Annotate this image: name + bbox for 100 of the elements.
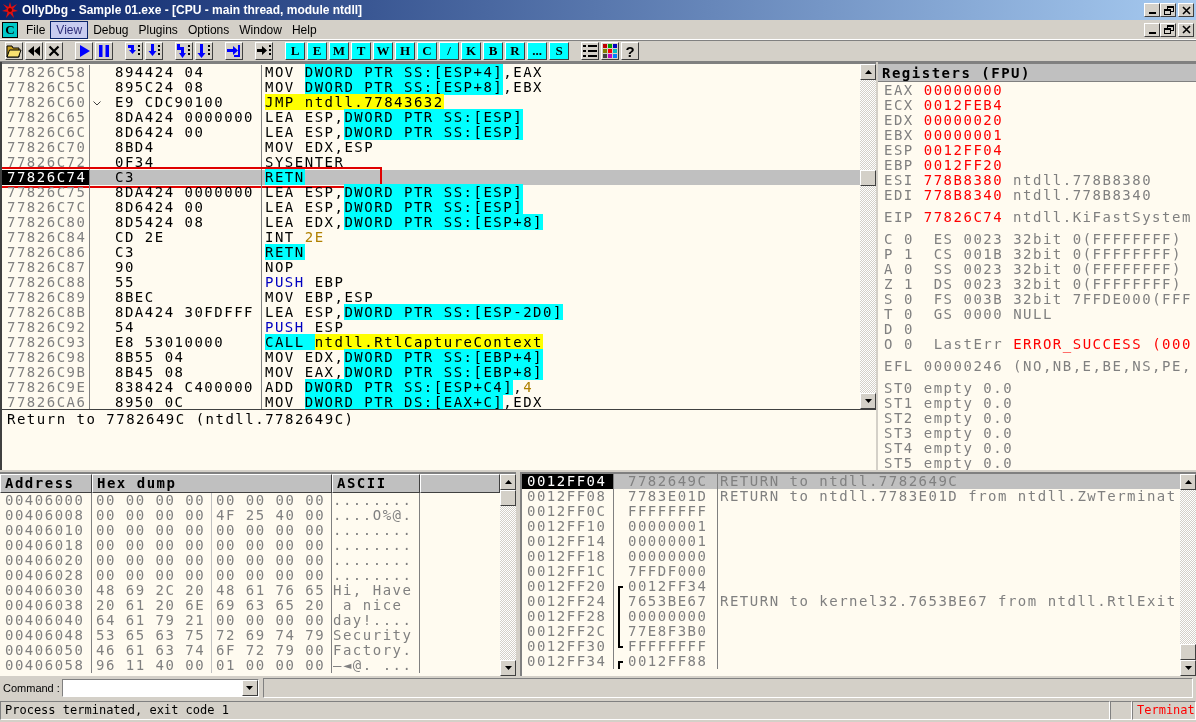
instruction-text: MOV DWORD PTR SS:[ESP+8],EBX: [264, 80, 543, 95]
address-cell: 77826C65: [2, 110, 90, 125]
stack-row[interactable]: 0012FF14 00000001: [522, 534, 1180, 549]
toolbar-button[interactable]: [195, 42, 213, 60]
toolbar-button[interactable]: E: [307, 42, 327, 60]
flag-value: 0: [903, 291, 914, 307]
stack-row[interactable]: 0012FF08 7783E01D RETURN to ntdll.7783E01D from ntdll.ZwTerminat: [522, 489, 1180, 504]
code-row[interactable]: 77826C84 CD 2E INT 2E: [2, 230, 860, 245]
menu-item[interactable]: Plugins: [133, 21, 183, 38]
code-row[interactable]: 77826C88 55 PUSH EBP: [2, 275, 860, 290]
toolbar-button[interactable]: [145, 42, 163, 60]
menu-item[interactable]: Window: [234, 21, 287, 38]
code-row[interactable]: 77826C6C 8D6424 00 LEA ESP,DWORD PTR SS:[ESP]: [2, 125, 860, 140]
close-button[interactable]: [1178, 22, 1194, 37]
toolbar-button[interactable]: M: [329, 42, 349, 60]
folder-icon: [6, 43, 22, 59]
stack-row[interactable]: 0012FF18 00000000: [522, 549, 1180, 564]
menu-item[interactable]: Help: [286, 21, 322, 38]
flag-name: A: [884, 261, 894, 277]
hex-bytes: 8B55 04: [115, 350, 186, 365]
scroll-up-button[interactable]: [500, 474, 516, 490]
code-row[interactable]: 77826C86 C3 RETN: [2, 245, 860, 260]
down-arrow-icon: [864, 399, 872, 403]
close-button[interactable]: [1178, 3, 1194, 17]
column-header[interactable]: Address: [0, 474, 92, 493]
scroll-thumb[interactable]: [1180, 644, 1196, 660]
stack-row[interactable]: 0012FF10 00000001: [522, 519, 1180, 534]
code-row[interactable]: 77826C92 54 PUSH ESP: [2, 320, 860, 335]
stack-row[interactable]: 0012FF24 7653BE67 RETURN to kernel32.7653BE67 from ntdll.RtlExit: [522, 594, 1180, 609]
scroll-thumb[interactable]: [500, 490, 516, 506]
arrow-dots-icon: [146, 43, 162, 59]
toolbar-button[interactable]: /: [439, 42, 459, 60]
stack-row[interactable]: 0012FF28 00000000: [522, 609, 1180, 624]
code-row[interactable]: 77826C60 E9 CDC90100 JMP ntdll.77843632: [2, 95, 860, 110]
stack-row[interactable]: 0012FF2C 77E8F3B0: [522, 624, 1180, 639]
stack-row[interactable]: 0012FF20 0012FF34: [522, 579, 1180, 594]
code-row[interactable]: 77826C8B 8DA424 30FDFFF LEA ESP,DWORD PTR SS:[ESP-2D0]: [2, 305, 860, 320]
stack-row[interactable]: 0012FF30 FFFFFFFF: [522, 639, 1180, 654]
scroll-up-button[interactable]: [860, 64, 876, 80]
code-row[interactable]: 77826C74 C3 RETN: [2, 170, 860, 185]
code-row[interactable]: 77826C80 8D5424 08 LEA EDX,DWORD PTR SS:[ESP+8]: [2, 215, 860, 230]
column-header[interactable]: Hex dump: [92, 474, 332, 493]
hex-bytes: 20 61 20 6E: [92, 598, 212, 613]
column-header[interactable]: ASCII: [332, 474, 420, 493]
toolbar-button[interactable]: [5, 42, 23, 60]
scroll-down-button[interactable]: [500, 660, 516, 676]
toolbar-button[interactable]: [125, 42, 143, 60]
address-cell: 00406048: [0, 628, 92, 643]
address-cell: 77826C5C: [2, 80, 90, 95]
register-name: ESP: [884, 142, 914, 158]
toolbar-button[interactable]: ...: [527, 42, 547, 60]
toolbar-button[interactable]: W: [373, 42, 393, 60]
toolbar-button[interactable]: S: [549, 42, 569, 60]
app-menu-button[interactable]: C: [2, 21, 18, 38]
minimize-button[interactable]: [1144, 3, 1160, 17]
toolbar-button[interactable]: B: [483, 42, 503, 60]
command-field[interactable]: [61, 679, 259, 697]
scroll-down-button[interactable]: [1180, 660, 1196, 676]
stack-row[interactable]: 0012FF1C 7FFDF000: [522, 564, 1180, 579]
stack-row[interactable]: 0012FF34 0012FF88: [522, 654, 1180, 669]
stack-row[interactable]: 0012FF0C FFFFFFFF: [522, 504, 1180, 519]
toolbar-button[interactable]: K: [461, 42, 481, 60]
scroll-down-button[interactable]: [860, 393, 876, 409]
color-grid-icon: [602, 43, 618, 59]
help-button[interactable]: ?: [621, 42, 639, 60]
up-arrow-icon: [1184, 480, 1192, 484]
register-name: ST0: [884, 380, 914, 396]
register-name: ST5: [884, 455, 914, 470]
code-row[interactable]: 77826C70 8BD4 MOV EDX,ESP: [2, 140, 860, 155]
code-row[interactable]: 77826C89 8BEC MOV EBP,ESP: [2, 290, 860, 305]
menu-item[interactable]: Debug: [88, 21, 134, 38]
register-name: ST3: [884, 425, 914, 441]
toolbar-button[interactable]: R: [505, 42, 525, 60]
toolbar-button[interactable]: [45, 42, 63, 60]
code-row[interactable]: 77826CA6 8950 0C MOV DWORD PTR DS:[EAX+C],EDX: [2, 395, 860, 409]
code-row[interactable]: 77826C87 90 NOP: [2, 260, 860, 275]
toolbar-button[interactable]: T: [351, 42, 371, 60]
restore-button[interactable]: [1160, 22, 1176, 37]
menu-item[interactable]: File: [21, 21, 51, 38]
scroll-thumb[interactable]: [860, 170, 876, 186]
toolbar-button[interactable]: [75, 42, 93, 60]
scroll-up-button[interactable]: [1180, 474, 1196, 490]
toolbar-button[interactable]: [581, 42, 599, 60]
toolbar-button[interactable]: [95, 42, 113, 60]
stack-row[interactable]: 0012FF04 7782649C RETURN to ntdll.7782649C: [522, 474, 1180, 489]
segment-name: DS: [933, 276, 954, 292]
toolbar-button[interactable]: [225, 42, 243, 60]
toolbar-button[interactable]: L: [285, 42, 305, 60]
minimize-button[interactable]: [1144, 22, 1160, 37]
address-cell: 77826C92: [2, 320, 90, 335]
toolbar-button[interactable]: [175, 42, 193, 60]
instruction-text: ADD DWORD PTR SS:[ESP+C4],4: [264, 380, 534, 395]
toolbar-button[interactable]: [255, 42, 273, 60]
toolbar-button[interactable]: [601, 42, 619, 60]
toolbar-button[interactable]: H: [395, 42, 415, 60]
toolbar-button[interactable]: C: [417, 42, 437, 60]
toolbar-button[interactable]: [25, 42, 43, 60]
restore-button[interactable]: [1160, 3, 1176, 17]
menu-item[interactable]: View: [50, 20, 89, 39]
menu-item[interactable]: Options: [182, 21, 235, 38]
